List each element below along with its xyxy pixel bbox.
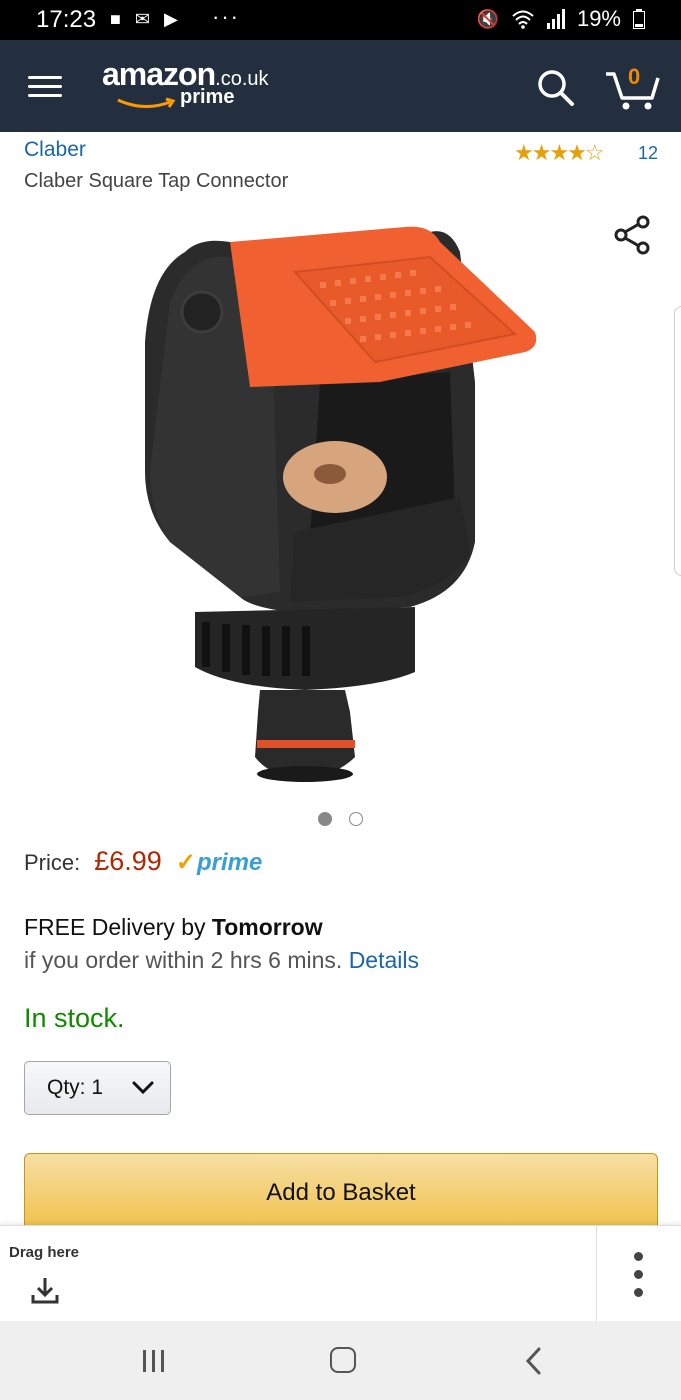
delivery-line-2: if you order within 2 hrs 6 mins. Detail… [24, 947, 419, 974]
stock-status: In stock. [24, 1003, 125, 1033]
system-status: 🔇 19% [477, 6, 645, 32]
game-icon: ■ [110, 9, 121, 29]
mail-icon: ✉ [134, 9, 150, 29]
top-nav: amazon.co.uk prime 0 [0, 40, 681, 132]
drag-panel[interactable]: Drag here [0, 1225, 681, 1322]
share-icon[interactable] [612, 214, 652, 256]
home-icon[interactable] [330, 1347, 356, 1373]
prime-check-icon: ✓ [175, 849, 196, 876]
menu-icon[interactable] [28, 76, 62, 98]
cart-count: 0 [628, 64, 641, 89]
delivery-details-link[interactable]: Details [349, 947, 419, 973]
status-time: 17:23 [36, 6, 97, 33]
product-image[interactable] [130, 212, 550, 786]
rating-count[interactable]: 12 [638, 143, 658, 164]
signal-icon [546, 9, 565, 29]
search-icon[interactable] [534, 66, 578, 110]
battery-level: 19% [576, 6, 621, 31]
cart-button[interactable]: 0 [604, 64, 660, 112]
delivery-date: Tomorrow [211, 914, 323, 940]
play-icon: ▶ [163, 9, 178, 29]
rating-stars[interactable]: ★★★★☆ [514, 140, 605, 166]
more-notifications-icon: ··· [212, 4, 240, 29]
quantity-select[interactable]: Qty: 1 [24, 1061, 171, 1115]
notification-icons: ■ ✉ ▶ [110, 9, 178, 30]
mute-icon: 🔇 [476, 8, 499, 29]
system-nav-bar [0, 1321, 681, 1400]
quantity-label: Qty: [47, 1076, 86, 1099]
more-vertical-icon[interactable] [628, 1252, 648, 1298]
battery-icon [633, 9, 645, 29]
delivery-prefix: FREE Delivery by [24, 914, 212, 940]
drag-label: Drag here [9, 1244, 80, 1261]
price-label: Price: [24, 850, 81, 875]
chevron-down-icon [132, 1081, 154, 1095]
prime-badge: ✓prime [176, 848, 262, 877]
logo-smile-icon [117, 97, 176, 108]
product-title: Claber Square Tap Connector [24, 170, 289, 192]
wifi-icon [512, 10, 534, 29]
delivery-cutoff: if you order within 2 hrs 6 mins. [24, 947, 343, 973]
price-value: £6.99 [94, 846, 162, 876]
logo-prime: prime [180, 86, 235, 108]
quantity-value: 1 [91, 1076, 104, 1099]
status-bar: 17:23 ■ ✉ ▶ ··· 🔇 19% [0, 0, 681, 40]
price-row: Price: £6.99 ✓prime [24, 846, 262, 877]
delivery-line-1: FREE Delivery by Tomorrow [24, 914, 323, 941]
recent-apps-icon[interactable] [140, 1349, 168, 1373]
carousel-dot-1[interactable] [318, 812, 332, 826]
prime-label: prime [196, 849, 263, 876]
add-to-basket-button[interactable]: Add to Basket [24, 1153, 658, 1229]
amazon-logo[interactable]: amazon.co.uk prime [102, 56, 269, 108]
back-icon[interactable] [524, 1347, 544, 1375]
carousel-dot-2[interactable] [349, 812, 363, 826]
download-icon [31, 1278, 59, 1304]
brand-link[interactable]: Claber [24, 138, 86, 162]
divider [596, 1226, 597, 1322]
side-panel-handle[interactable] [674, 306, 681, 576]
